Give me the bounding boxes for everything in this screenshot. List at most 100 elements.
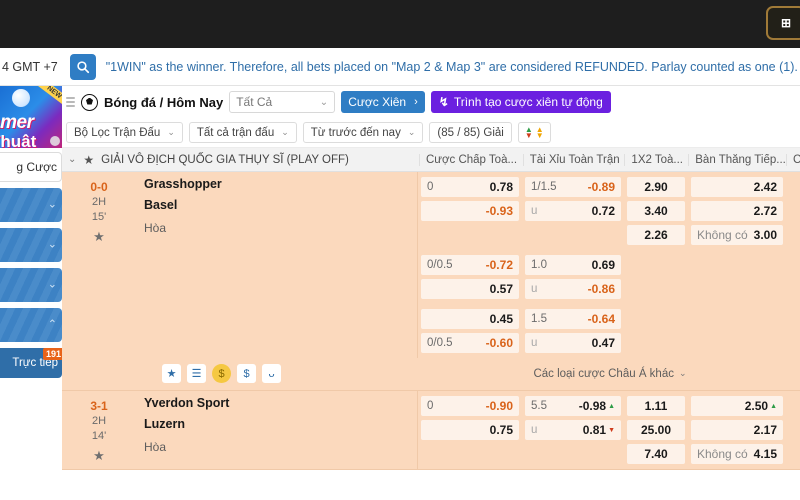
search-icon[interactable]	[69, 53, 96, 80]
browser-top-bar: ⊞	[0, 0, 800, 48]
more-asian-bets-button[interactable]: Các loại cược Châu Á khác ⌄	[420, 368, 800, 380]
odds-cell-next-none[interactable]: Không có 3.00	[691, 225, 783, 245]
odds-cell-over[interactable]: 1/1.5 -0.89	[525, 177, 621, 197]
odds-cell-under[interactable]: u 0.72	[525, 201, 621, 221]
chevron-down-icon: ⌄	[47, 198, 57, 211]
odds-cell-next-home[interactable]: 2.42	[691, 177, 783, 197]
star-icon[interactable]: ★	[83, 153, 94, 167]
match-action-row: ★ ☰ $ $ ᴗ Các loại cược Châu Á khác ⌄	[62, 358, 800, 390]
odds-area-extra-1: 0/0.5 -0.72 0.57 1.0 0.69 u -0.86	[418, 250, 800, 304]
chevron-down-icon: ⌄	[678, 368, 687, 378]
odds-column-handicap: 0 -0.90 0.75	[418, 396, 522, 464]
odds-cell-1x2-home[interactable]: 2.90	[627, 177, 685, 197]
sidebar-nav-item-live[interactable]: Trực tiếp 191	[0, 348, 62, 378]
match-info[interactable]: 3-1 2H 14' ★ Yverdon Sport Luzern Hòa	[62, 391, 418, 469]
scope-select[interactable]: Tất Cả ⌄	[229, 91, 336, 113]
chevron-down-icon: ⌄	[47, 278, 57, 291]
column-header-next-goal[interactable]: Bàn Thắng Tiếp...	[688, 153, 786, 166]
draw-odds: 7.40	[644, 447, 668, 461]
away-team-name: Basel	[144, 198, 178, 212]
odds-area-extra-2: 0.45 0/0.5 -0.60 1.5 -0.64 u 0.47	[418, 304, 800, 358]
column-header-handicap[interactable]: Cược Chấp Toà...	[418, 153, 523, 166]
coin-icon[interactable]: $	[212, 364, 231, 383]
odds-cell-handicap-away[interactable]: 0.75	[421, 420, 519, 440]
odds-column-over-under: 1/1.5 -0.89 u 0.72	[522, 177, 624, 245]
star-icon[interactable]: ★	[162, 364, 181, 383]
odds-cell-1x2-away[interactable]: 3.40	[627, 201, 685, 221]
next-goal-none-label: Không có	[697, 447, 748, 461]
odds-column-over-under-extra-2: 1.5 -0.64 u 0.47	[522, 309, 624, 353]
chevron-down-icon: ⌄	[281, 127, 289, 137]
column-header-more[interactable]: C	[786, 153, 800, 166]
over-odds-wrap: -0.98 ▲	[579, 399, 615, 413]
odds-column-1x2: 2.90 3.40 2.26	[624, 177, 688, 245]
sidebar-nav-item-4[interactable]: ⌃	[0, 308, 62, 342]
bet-slip-button[interactable]: g Cược	[0, 152, 62, 182]
under-marker: u	[531, 337, 538, 349]
sidebar-nav-item-2[interactable]: ⌄	[0, 228, 62, 262]
sort-arrows-green-red: ▲ ▼	[524, 124, 533, 140]
odds-cell-next-away[interactable]: 2.72	[691, 201, 783, 221]
odds-cell-under[interactable]: u 0.47	[525, 333, 621, 353]
handicap-line: 0	[427, 181, 434, 193]
odds-column-1x2-extra-2	[624, 309, 688, 353]
odds-cell-next-home[interactable]: 2.50 ▲	[691, 396, 783, 416]
parlay-button[interactable]: Cược Xiên ›	[341, 91, 425, 113]
odds-cell-handicap-home[interactable]: 0/0.5 -0.72	[421, 255, 519, 275]
sidebar-nav-item-1[interactable]: ⌄	[0, 188, 62, 222]
odds-cell-1x2-away[interactable]: 25.00	[627, 420, 685, 440]
under-odds: 0.72	[591, 204, 615, 218]
odds-cell-handicap-home[interactable]: 0 0.78	[421, 177, 519, 197]
draw-label: Hòa	[144, 221, 167, 235]
favorite-star-icon[interactable]: ★	[93, 229, 105, 245]
filter-bar: Bộ Lọc Trận Đấu ⌄ Tất cả trận đấu ⌄ Từ t…	[62, 118, 800, 148]
odds-cell-1x2-home[interactable]: 1.11	[627, 396, 685, 416]
stats-icon[interactable]: ᴗ	[262, 364, 281, 383]
odds-cell-next-none[interactable]: Không có 4.15	[691, 444, 783, 464]
over-odds: -0.98	[578, 399, 607, 413]
odds-cell-handicap-away[interactable]: -0.93	[421, 201, 519, 221]
odds-column-1x2-extra-1	[624, 255, 688, 299]
stack-icon[interactable]: ☰	[187, 364, 206, 383]
match-info-spacer	[62, 250, 418, 304]
odds-cell-over[interactable]: 1.5 -0.64	[525, 309, 621, 329]
odds-cell-over[interactable]: 1.0 0.69	[525, 255, 621, 275]
draw-label: Hòa	[144, 440, 167, 454]
promo-banner[interactable]: NEW eamer Thuật	[0, 86, 62, 148]
odds-cell-handicap-home[interactable]: 0.45	[421, 309, 519, 329]
odds-cell-next-away[interactable]: 2.17	[691, 420, 783, 440]
handicap-odds: -0.60	[485, 336, 513, 350]
filter-all-matches[interactable]: Tất cả trận đấu ⌄	[188, 122, 297, 143]
filter-league-count[interactable]: (85 / 85) Giải	[429, 122, 512, 143]
sidebar-nav-item-3[interactable]: ⌄	[0, 268, 62, 302]
next-goal-home-odds: 2.50	[744, 399, 769, 413]
odds-cell-handicap-home[interactable]: 0 -0.90	[421, 396, 519, 416]
sort-toggle[interactable]: ▲ ▼ ▲ ▼	[517, 122, 551, 143]
promo-thuat-text: Thuật	[0, 132, 37, 148]
column-header-over-under[interactable]: Tài Xỉu Toàn Trận	[522, 153, 625, 166]
away-win-odds: 3.40	[644, 204, 668, 218]
favorite-star-icon[interactable]: ★	[93, 448, 105, 464]
odds-cell-under[interactable]: u -0.86	[525, 279, 621, 299]
odds-cell-1x2-draw[interactable]: 2.26	[627, 225, 685, 245]
menu-icon[interactable]	[66, 97, 75, 107]
filter-match-filter-label: Bộ Lọc Trận Đấu	[74, 126, 161, 139]
odds-cell-under[interactable]: u 0.81 ▼	[525, 420, 621, 440]
column-header-1x2[interactable]: 1X2 Toà...	[624, 153, 688, 166]
total-line: 5.5	[531, 400, 547, 412]
live-count-badge: 191	[42, 348, 62, 360]
filter-time-range[interactable]: Từ trước đến nay ⌄	[302, 122, 424, 143]
match-action-icons: ★ ☰ $ $ ᴗ	[62, 364, 420, 383]
odds-cell-handicap-away[interactable]: 0/0.5 -0.60	[421, 333, 519, 353]
extension-icon: ⊞	[780, 16, 792, 30]
odds-cell-handicap-away[interactable]: 0.57	[421, 279, 519, 299]
league-header-left[interactable]: ⌄ ★ GIẢI VÔ ĐỊCH QUỐC GIA THỤY SĨ (PLAY …	[62, 153, 419, 167]
match-info[interactable]: 0-0 2H 15' ★ Grasshopper Basel Hòa	[62, 172, 418, 250]
odds-cell-over[interactable]: 5.5 -0.98 ▲	[525, 396, 621, 416]
soccer-ball-icon	[81, 93, 98, 111]
dollar-icon[interactable]: $	[237, 364, 256, 383]
filter-match-filter[interactable]: Bộ Lọc Trận Đấu ⌄	[66, 122, 183, 143]
auto-parlay-button[interactable]: ↯ Trình tạo cược xiên tự động	[430, 91, 611, 113]
odds-cell-1x2-draw[interactable]: 7.40	[627, 444, 685, 464]
browser-extension-button[interactable]: ⊞	[766, 6, 800, 40]
